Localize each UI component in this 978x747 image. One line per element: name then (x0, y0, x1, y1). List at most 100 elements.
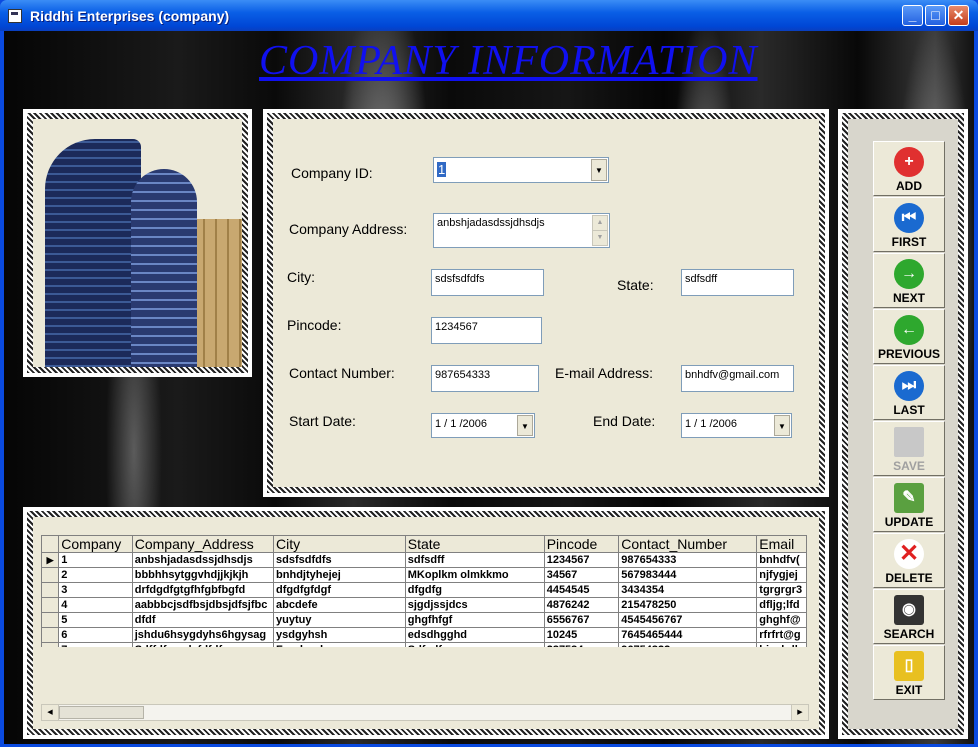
company-address-field[interactable]: anbshjadasdssjdhsdjs ▲ ▼ (433, 213, 610, 248)
maximize-button[interactable]: □ (925, 5, 946, 26)
close-button[interactable]: ✕ (948, 5, 969, 26)
pincode-field[interactable]: 1234567 (431, 317, 542, 344)
table-cell[interactable]: 5 (58, 612, 133, 628)
city-field[interactable]: sdsfsdfdfs (431, 269, 544, 296)
table-cell[interactable]: sdfsdff (404, 552, 545, 568)
scroll-left-icon[interactable]: ◀ (42, 705, 59, 720)
table-cell[interactable]: 10245 (543, 627, 620, 643)
scroll-up-icon[interactable]: ▲ (592, 215, 608, 231)
delete-button[interactable]: ✕ DELETE (873, 533, 945, 588)
column-header[interactable]: Company (58, 535, 133, 553)
table-row[interactable]: 7SdffdfsssdsfdfdfFggdggdSdfsdf2375349675… (41, 642, 807, 647)
table-cell[interactable]: rfrfrt@g (756, 627, 807, 643)
table-cell[interactable]: ghghf@ (756, 612, 807, 628)
first-button[interactable]: ⏮ FIRST (873, 197, 945, 252)
table-cell[interactable]: 1 (58, 552, 133, 568)
minimize-button[interactable]: _ (902, 5, 923, 26)
table-cell[interactable]: bnhdjtyhejej (273, 567, 406, 583)
table-row[interactable]: ▶ 1 anbshjadasdssjdhsdjs sdsfsdfdfs sdfsdff 1… (41, 552, 807, 568)
title-bar[interactable]: Riddhi Enterprises (company) _ □ ✕ (0, 0, 978, 31)
column-header[interactable]: Pincode (543, 535, 620, 553)
search-button[interactable]: ◉ SEARCH (873, 589, 945, 644)
data-grid[interactable]: Company Company_Address City State Pincode Co… (33, 517, 819, 729)
table-cell[interactable]: edsdhgghd (404, 627, 545, 643)
table-cell[interactable]: 4876242 (543, 597, 620, 613)
table-cell[interactable]: aabbbcjsdfbsjdbsjdfsjfbc (131, 597, 275, 613)
chevron-down-icon[interactable]: ▼ (591, 159, 607, 181)
table-cell[interactable]: 96754322 (618, 642, 758, 647)
table-cell[interactable]: sjgdjssjdcs (404, 597, 545, 613)
table-cell[interactable]: bbbhhsytggvhdjjkjkjh (131, 567, 275, 583)
start-date-picker[interactable]: 1 / 1 /2006 ▼ (431, 413, 535, 438)
table-cell[interactable]: 7645465444 (618, 627, 758, 643)
column-header[interactable]: Company_Address (131, 535, 275, 553)
last-button[interactable]: ⏭ LAST (873, 365, 945, 420)
table-cell[interactable]: 237534 (543, 642, 620, 647)
table-row[interactable]: 4 aabbbcjsdfbsjdbsjdfsjfbc abcdefe sjgdjssj… (41, 597, 807, 613)
table-cell[interactable]: Sdffdfsssdsfdfdf (131, 642, 275, 647)
table-row[interactable]: 3 drfdgdfgtgfhfgbfbgfd dfgdfgfdgf dfgdfg 445… (41, 582, 807, 598)
table-cell[interactable]: tgrgrgr3 (756, 582, 807, 598)
table-cell[interactable]: ghgfhfgf (404, 612, 545, 628)
table-cell[interactable]: 6 (58, 627, 133, 643)
chevron-down-icon[interactable]: ▼ (517, 415, 533, 436)
table-cell[interactable]: 3434354 (618, 582, 758, 598)
table-cell[interactable]: dfgdfg (404, 582, 545, 598)
row-header[interactable] (41, 642, 60, 647)
table-cell[interactable]: dfdf (131, 612, 275, 628)
table-cell[interactable]: yuytuy (273, 612, 406, 628)
table-cell[interactable]: bnhdfv( (756, 552, 807, 568)
grid-horizontal-scrollbar[interactable]: ◀ ▶ (41, 704, 809, 721)
table-cell[interactable]: Fggdggd (273, 642, 406, 647)
exit-button[interactable]: ▯ EXIT (873, 645, 945, 700)
row-header[interactable] (41, 582, 60, 598)
table-cell[interactable]: jshdu6hsygdyhs6hgysag (131, 627, 275, 643)
column-header[interactable]: State (404, 535, 545, 553)
table-cell[interactable]: 567983444 (618, 567, 758, 583)
column-header[interactable]: Contact_Number (618, 535, 758, 553)
table-cell[interactable]: MKoplkm olmkkmo (404, 567, 545, 583)
table-cell[interactable]: anbshjadasdssjdhsdjs (131, 552, 275, 568)
table-cell[interactable]: njfygjej (756, 567, 807, 583)
table-cell[interactable]: dfgdfgfdgf (273, 582, 406, 598)
table-row[interactable]: 6 jshdu6hsygdyhs6hgysag ysdgyhsh edsdhgghd 1… (41, 627, 807, 643)
save-button[interactable]: SAVE (873, 421, 945, 476)
row-header[interactable] (41, 567, 60, 583)
state-field[interactable]: sdfsdff (681, 269, 794, 296)
column-header[interactable]: City (273, 535, 406, 553)
company-id-combo[interactable]: 1 ▼ (433, 157, 609, 183)
table-cell[interactable]: 34567 (543, 567, 620, 583)
table-cell[interactable]: sdsfsdfdfs (273, 552, 406, 568)
update-button[interactable]: ✎ UPDATE (873, 477, 945, 532)
table-cell[interactable]: hjxchdh (756, 642, 807, 647)
next-button[interactable]: → NEXT (873, 253, 945, 308)
table-cell[interactable]: 7 (58, 642, 133, 647)
row-header[interactable] (41, 597, 60, 613)
address-scrollbar[interactable]: ▲ ▼ (592, 215, 608, 246)
row-header[interactable] (41, 612, 60, 628)
table-cell[interactable]: abcdefe (273, 597, 406, 613)
row-header[interactable] (41, 627, 60, 643)
table-cell[interactable]: 4454545 (543, 582, 620, 598)
table-cell[interactable]: dfljg;lfd (756, 597, 807, 613)
contact-number-field[interactable]: 987654333 (431, 365, 539, 392)
table-cell[interactable]: 4545456767 (618, 612, 758, 628)
table-cell[interactable]: 6556767 (543, 612, 620, 628)
table-cell[interactable]: Sdfsdf (404, 642, 545, 647)
scroll-right-icon[interactable]: ▶ (791, 705, 808, 720)
current-row-arrow-icon[interactable]: ▶ (41, 552, 60, 568)
table-cell[interactable]: 215478250 (618, 597, 758, 613)
table-cell[interactable]: drfdgdfgtgfhfgbfbgfd (131, 582, 275, 598)
chevron-down-icon[interactable]: ▼ (774, 415, 790, 436)
column-header[interactable]: Email (756, 535, 807, 553)
table-row[interactable]: 5 dfdf yuytuy ghgfhfgf 6556767 4545456767 ghgh… (41, 612, 807, 628)
table-cell[interactable]: 4 (58, 597, 133, 613)
table-cell[interactable]: 987654333 (618, 552, 758, 568)
table-cell[interactable]: 2 (58, 567, 133, 583)
add-button[interactable]: + ADD (873, 141, 945, 196)
scroll-down-icon[interactable]: ▼ (592, 230, 608, 246)
email-field[interactable]: bnhdfv@gmail.com (681, 365, 794, 392)
table-row[interactable]: 2 bbbhhsytggvhdjjkjkjh bnhdjtyhejej MKoplkm… (41, 567, 807, 583)
previous-button[interactable]: ← PREVIOUS (873, 309, 945, 364)
scroll-thumb[interactable] (59, 706, 144, 719)
